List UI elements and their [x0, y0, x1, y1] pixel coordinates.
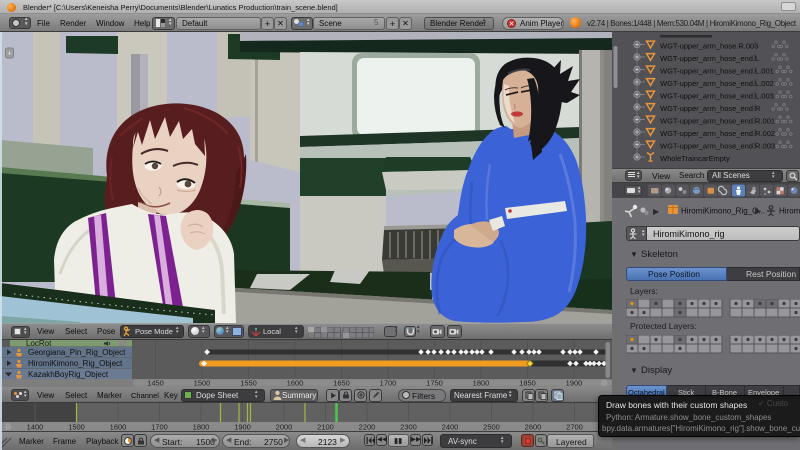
- svg-text:1650: 1650: [333, 379, 350, 388]
- svg-text:WGT-upper_arm_hose_end.L.002: WGT-upper_arm_hose_end.L.002: [660, 79, 774, 88]
- svg-text:+: +: [7, 51, 11, 58]
- svg-text:Hirom: Hirom: [779, 207, 800, 216]
- svg-text:1800: 1800: [473, 379, 490, 388]
- svg-text:1500: 1500: [194, 379, 211, 388]
- svg-text:WholeTraincarEmpty: WholeTraincarEmpty: [660, 154, 730, 163]
- svg-text:1550: 1550: [240, 379, 257, 388]
- svg-text:HiromiKimono_Rig_Object: HiromiKimono_Rig_Object: [28, 359, 123, 368]
- svg-text:1900: 1900: [566, 379, 583, 388]
- svg-text:WGT-upper_arm_hose_end.L: WGT-upper_arm_hose_end.L: [660, 54, 759, 63]
- svg-text:WGT-upper_arm_hose_end.L.001: WGT-upper_arm_hose_end.L.001: [660, 67, 774, 76]
- svg-text:WGT-upper_arm_hose_end.R.001: WGT-upper_arm_hose_end.R.001: [660, 117, 775, 126]
- svg-text:▶: ▶: [653, 207, 660, 216]
- svg-text:WGT-upper_arm_hose.R.003: WGT-upper_arm_hose.R.003: [660, 42, 758, 51]
- svg-text:1700: 1700: [380, 379, 397, 388]
- svg-text:1850: 1850: [519, 379, 536, 388]
- svg-text:WGT-upper_arm_hose_end.R.003: WGT-upper_arm_hose_end.R.003: [660, 142, 775, 151]
- svg-text:WGT-upper_arm_hose_end.R.002: WGT-upper_arm_hose_end.R.002: [660, 129, 775, 138]
- svg-text:1450: 1450: [147, 379, 164, 388]
- svg-text:KazakhBoyRig_Object: KazakhBoyRig_Object: [28, 370, 109, 379]
- svg-text:LocRot: LocRot: [26, 340, 52, 348]
- svg-text:▶: ▶: [755, 207, 762, 216]
- svg-text:1750: 1750: [426, 379, 443, 388]
- svg-text:1600: 1600: [287, 379, 304, 388]
- svg-text:WGT-upper_arm_hose_end.L.003: WGT-upper_arm_hose_end.L.003: [660, 92, 774, 101]
- svg-text:HiromiKimono_Rig_O...: HiromiKimono_Rig_O...: [681, 207, 765, 216]
- svg-text:Georgiana_Pin_Rig_Object: Georgiana_Pin_Rig_Object: [28, 348, 126, 357]
- svg-text:WGT-upper_arm_hose_end.R: WGT-upper_arm_hose_end.R: [660, 104, 761, 113]
